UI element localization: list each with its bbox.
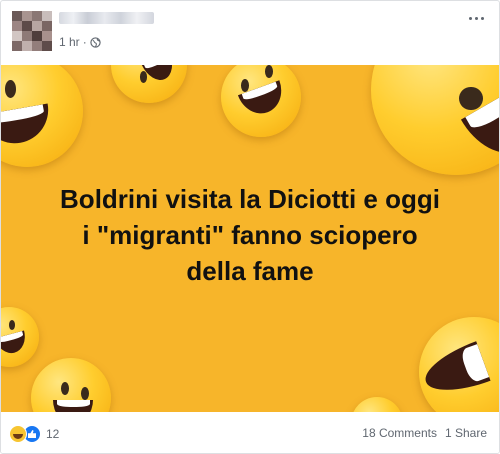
shares-link[interactable]: 1 Share bbox=[445, 426, 487, 440]
laughing-emoji-icon bbox=[371, 65, 499, 175]
haha-icon bbox=[9, 425, 27, 443]
meta-separator: · bbox=[82, 35, 87, 49]
post-time[interactable]: 1 hr bbox=[59, 35, 80, 49]
globe-icon bbox=[90, 36, 101, 48]
more-options-icon[interactable] bbox=[467, 13, 487, 25]
image-caption: Boldrini visita la Diciotti e oggi i "mi… bbox=[1, 181, 499, 289]
laughing-emoji-icon bbox=[419, 317, 499, 412]
laughing-emoji-icon bbox=[221, 65, 301, 137]
reaction-count: 12 bbox=[46, 427, 60, 441]
reactions-summary[interactable]: 12 bbox=[9, 425, 59, 443]
post-card: 1 hr · Boldrini visita la Diciotti e ogg… bbox=[0, 0, 500, 454]
caption-line: della fame bbox=[186, 256, 314, 286]
laughing-emoji-icon bbox=[351, 397, 403, 412]
post-image[interactable]: Boldrini visita la Diciotti e oggi i "mi… bbox=[1, 65, 499, 412]
laughing-emoji-icon bbox=[1, 65, 83, 167]
laughing-emoji-icon bbox=[31, 358, 111, 412]
laughing-emoji-icon bbox=[1, 307, 39, 367]
laughing-emoji-icon bbox=[111, 65, 187, 103]
avatar[interactable] bbox=[12, 11, 52, 51]
post-footer: 12 18 Comments 1 Share bbox=[1, 412, 499, 453]
post-stats: 18 Comments 1 Share bbox=[362, 426, 487, 440]
caption-line: i "migranti" fanno sciopero bbox=[82, 220, 418, 250]
author-name-redacted[interactable] bbox=[59, 12, 154, 24]
post-header: 1 hr · bbox=[1, 1, 499, 65]
comments-link[interactable]: 18 Comments bbox=[362, 426, 437, 440]
post-meta: 1 hr · bbox=[59, 35, 101, 49]
caption-line: Boldrini visita la Diciotti e oggi bbox=[60, 184, 440, 214]
